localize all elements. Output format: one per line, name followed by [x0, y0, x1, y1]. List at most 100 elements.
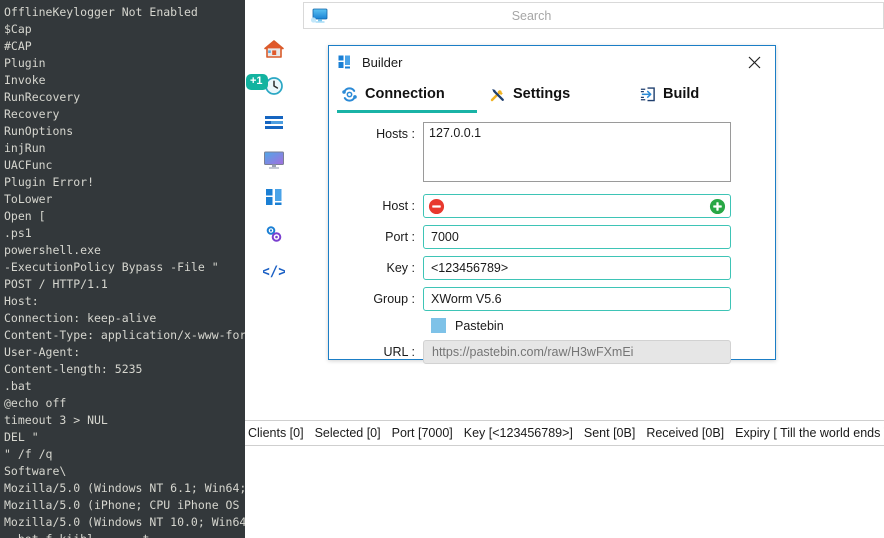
status-key: Key [<123456789>]	[463, 426, 573, 440]
code-line: RunOptions	[4, 124, 74, 138]
host-row: Host :	[329, 194, 775, 218]
status-port: Port [7000]	[391, 426, 453, 440]
network-sync-icon	[341, 86, 358, 103]
sidebar-item-code[interactable]: </>	[245, 255, 303, 292]
group-row: Group :	[329, 287, 775, 311]
code-line: .bat	[4, 379, 32, 393]
tiles-icon	[338, 55, 354, 71]
code-output-panel[interactable]: OfflineKeylogger Not Enabled $Cap #CAP Plug…	[0, 0, 245, 538]
url-label: URL :	[383, 345, 416, 359]
dialog-title-bar[interactable]: Builder	[329, 46, 775, 79]
url-row: URL :	[329, 340, 775, 364]
port-input[interactable]	[429, 229, 725, 245]
code-line: @echo off	[4, 396, 67, 410]
code-lines: OfflineKeylogger Not Enabled $Cap #CAP Plug…	[4, 4, 245, 538]
code-line: Recovery	[4, 107, 60, 121]
code-line: OfflineKeylogger Not Enabled	[4, 5, 198, 19]
sidebar: +1 </>	[245, 33, 303, 538]
svg-text:</>: </>	[263, 264, 285, 280]
code-line: Host:	[4, 294, 39, 308]
sidebar-item-history[interactable]: +1	[245, 70, 303, 107]
tiles-icon	[264, 187, 284, 212]
gears-icon	[263, 223, 285, 250]
url-input	[430, 344, 724, 360]
code-line: Mozilla/5.0 (iPhone; CPU iPhone OS 11_4_…	[4, 498, 240, 512]
code-line: ToLower	[4, 192, 53, 206]
key-label: Key :	[386, 261, 416, 275]
code-line: Software\	[4, 464, 67, 478]
code-line: Mozilla/5.0 (Windows NT 10.0; Win64; x64…	[4, 515, 245, 529]
status-bar: Clients [0] Selected [0] Port [7000] Key…	[245, 420, 884, 446]
code-line: Plugin	[4, 56, 46, 70]
port-label: Port :	[385, 230, 415, 244]
home-icon	[263, 38, 285, 65]
code-line: Mozilla/5.0 (Windows NT 6.1; Win64; x64;…	[4, 481, 245, 495]
code-line: #CAP	[4, 39, 32, 53]
tab-build-label: Build	[663, 86, 700, 102]
host-input-group[interactable]	[423, 194, 731, 218]
host-input[interactable]	[462, 198, 692, 214]
code-line: UACFunc	[4, 158, 53, 172]
port-row: Port :	[329, 225, 775, 249]
code-icon: </>	[261, 262, 286, 285]
code-line: .ps1	[4, 226, 32, 240]
tab-connection[interactable]: Connection	[341, 79, 489, 109]
sidebar-item-home[interactable]	[245, 33, 303, 70]
close-icon[interactable]	[733, 46, 775, 79]
code-line: " /f /q	[4, 447, 53, 461]
code-line: POST / HTTP/1.1	[4, 277, 108, 291]
status-selected: Selected [0]	[314, 426, 381, 440]
monitor-icon	[262, 149, 286, 176]
hosts-textarea[interactable]	[423, 122, 731, 182]
monitor-icon	[310, 7, 330, 25]
code-line: Connection: keep-alive	[4, 311, 157, 325]
code-line: Open [	[4, 209, 46, 223]
host-label: Host :	[382, 199, 415, 213]
code-line: injRun	[4, 141, 46, 155]
search-placeholder: Search	[511, 8, 552, 23]
code-line: -ExecutionPolicy Bypass -File "	[4, 260, 219, 274]
dialog-title: Builder	[362, 55, 403, 70]
code-line: Content-length: 5235	[4, 362, 143, 376]
tab-settings-label: Settings	[513, 86, 571, 102]
connection-form: Hosts : Host :	[329, 109, 775, 364]
app-root: OfflineKeylogger Not Enabled $Cap #CAP Plug…	[0, 0, 884, 538]
code-line: bot f kiibl t	[4, 531, 245, 538]
hosts-row: Hosts :	[329, 122, 775, 187]
key-row: Key :	[329, 256, 775, 280]
plus-circle-icon[interactable]	[709, 198, 726, 215]
list-icon	[263, 113, 285, 138]
code-line: powershell.exe	[4, 243, 101, 257]
status-received: Received [0B]	[646, 426, 725, 440]
key-input[interactable]	[429, 260, 725, 276]
code-line: RunRecovery	[4, 90, 81, 104]
code-line: Content-Type: application/x-www-form-url…	[4, 328, 245, 342]
code-line: DEL "	[4, 430, 39, 444]
tab-connection-label: Connection	[365, 86, 445, 102]
code-line: User-Agent:	[4, 345, 81, 359]
status-expiry: Expiry [ Till the world ends ]	[735, 426, 884, 440]
sidebar-item-monitor[interactable]	[245, 144, 303, 181]
code-line: $Cap	[4, 22, 32, 36]
search-bar[interactable]: Search	[303, 2, 884, 29]
pastebin-label: Pastebin	[455, 318, 504, 333]
sidebar-item-logs[interactable]	[245, 107, 303, 144]
tab-build[interactable]: Build	[639, 79, 699, 109]
status-sent: Sent [0B]	[583, 426, 636, 440]
code-line: timeout 3 > NUL	[4, 413, 108, 427]
hosts-label: Hosts :	[376, 127, 415, 141]
group-input[interactable]	[429, 291, 725, 307]
dialog-tabs: Connection Settings Build	[329, 79, 775, 109]
code-line: Invoke	[4, 73, 46, 87]
code-line: Plugin Error!	[4, 175, 95, 189]
status-clients: Clients [0]	[248, 426, 304, 440]
sidebar-item-plugins[interactable]	[245, 218, 303, 255]
sidebar-item-builder[interactable]	[245, 181, 303, 218]
tab-settings[interactable]: Settings	[489, 79, 639, 109]
history-badge: +1	[246, 74, 268, 90]
build-icon	[639, 86, 656, 103]
tools-icon	[489, 86, 506, 103]
pastebin-checkbox[interactable]	[431, 318, 446, 333]
group-label: Group :	[373, 292, 415, 306]
minus-circle-icon[interactable]	[428, 198, 445, 215]
